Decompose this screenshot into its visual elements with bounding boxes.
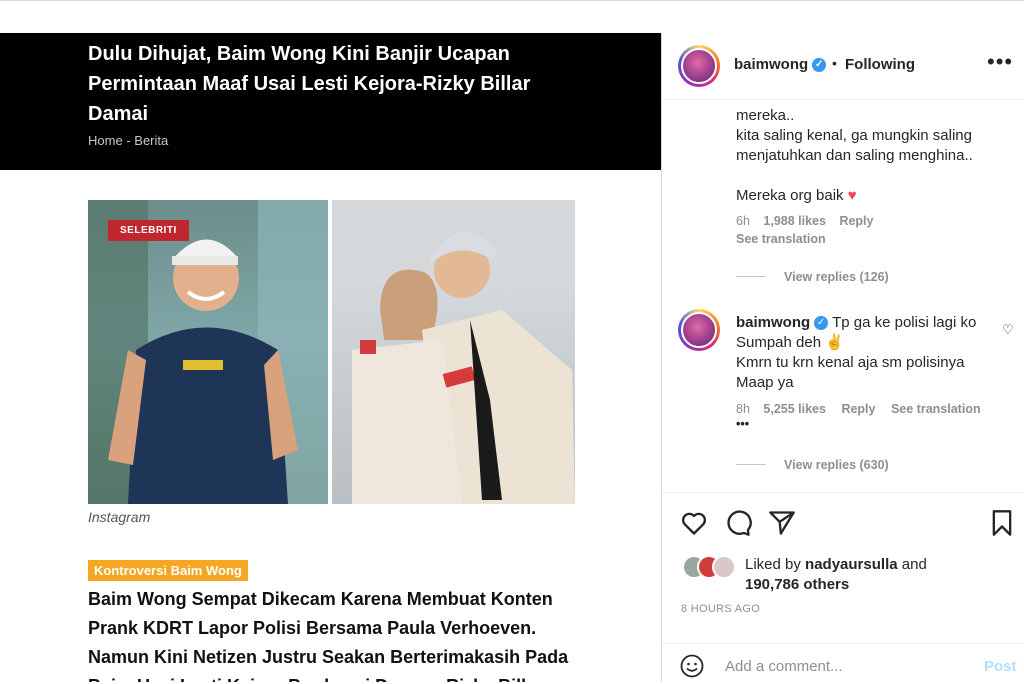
category-badge: SELEBRITI	[108, 220, 189, 241]
comment-line: Kmrn tu krn kenal aja sm polisinya	[736, 354, 965, 371]
like-heart-icon[interactable]	[680, 509, 708, 537]
browser-top-strip	[0, 0, 1024, 34]
save-bookmark-icon[interactable]	[988, 509, 1016, 537]
topic-tag: Kontroversi Baim Wong	[88, 560, 248, 581]
article-title: Dulu Dihujat, Baim Wong Kini Banjir Ucap…	[88, 43, 531, 125]
see-translation-button[interactable]: See translation	[736, 232, 826, 246]
view-replies-button[interactable]: View replies (126)	[784, 270, 889, 284]
person-illustration-left	[88, 200, 328, 504]
share-icon[interactable]	[768, 509, 796, 537]
comment-meta: 6h 1,988 likes Reply	[736, 214, 873, 228]
verified-icon: ✓	[814, 316, 829, 331]
article-lede: Baim Wong Sempat Dikecam Karena Membuat …	[88, 589, 569, 682]
breadcrumb-home: Home	[88, 133, 123, 148]
comment-line: Sumpah deh ✌	[736, 333, 844, 353]
post-comment-button[interactable]: Post	[984, 658, 1017, 675]
comment-line-text: Sumpah deh	[736, 334, 822, 351]
header-username[interactable]: baimwong ✓	[734, 56, 827, 73]
breadcrumb-berita: Berita	[134, 133, 169, 148]
liker-avatar	[712, 555, 736, 579]
article-hero: Dulu Dihujat, Baim Wong Kini Banjir Ucap…	[0, 33, 661, 170]
comment-more-icon[interactable]: •••	[736, 417, 749, 431]
see-translation-button[interactable]: See translation	[891, 402, 981, 416]
liked-by-prefix: Liked by	[745, 556, 801, 573]
photo-lesti-rizky	[332, 200, 575, 504]
comment-line: menjatuhkan dan saling menghina..	[736, 147, 973, 164]
reply-button[interactable]: Reply	[839, 214, 873, 228]
replies-divider	[736, 464, 766, 465]
comment-line-text: Mereka org baik	[736, 187, 844, 204]
breadcrumb-separator: -	[126, 133, 131, 148]
liked-by-user-link[interactable]: nadyaursulla	[805, 556, 898, 573]
header-separator: •	[832, 55, 837, 71]
comments-list: mereka.. kita saling kenal, ga mungkin s…	[662, 99, 1024, 492]
like-comment-heart-icon[interactable]: ♡	[1002, 322, 1014, 338]
reply-button[interactable]: Reply	[841, 402, 875, 416]
comment-likes[interactable]: 1,988 likes	[763, 214, 826, 228]
post-sidebar: baimwong ✓ • Following ••• mereka.. kita …	[661, 33, 1024, 682]
view-replies-button[interactable]: View replies (630)	[784, 458, 889, 472]
breadcrumb: Home - Berita	[88, 133, 168, 148]
comment-time: 6h	[736, 214, 750, 228]
emoji-icon[interactable]	[680, 654, 704, 678]
following-button[interactable]: Following	[845, 56, 915, 73]
add-comment-input[interactable]: Add a comment...	[725, 658, 843, 675]
liked-by-others-link[interactable]: 190,786 others	[745, 576, 849, 593]
liked-by-and: and	[901, 556, 927, 573]
post-timestamp[interactable]: 8 HOURS AGO	[681, 603, 760, 615]
photo-baim-wong: SELEBRITI	[88, 200, 328, 504]
victory-hand-icon: ✌	[825, 334, 844, 351]
comment-bar: Add a comment... Post	[662, 643, 1024, 684]
photo-caption: Instagram	[88, 509, 151, 525]
comment-line: mereka..	[736, 107, 795, 124]
comment-line-text: Tp ga ke polisi lagi ko	[832, 314, 977, 331]
comment-line: baimwong ✓ Tp ga ke polisi lagi ko	[736, 313, 976, 333]
username-text[interactable]: baimwong	[734, 56, 808, 73]
post-actions: Liked by nadyaursulla and 190,786 others…	[662, 492, 1024, 683]
comment-meta: 8h 5,255 likes Reply See translation	[736, 402, 981, 416]
liked-by-text: Liked by nadyaursulla and 190,786 others	[745, 555, 927, 595]
avatar[interactable]	[678, 45, 720, 87]
red-heart-icon: ♥	[847, 187, 857, 204]
verified-icon: ✓	[812, 58, 827, 73]
comment-time: 8h	[736, 402, 750, 416]
comment-line: Maap ya	[736, 374, 794, 391]
comment-likes[interactable]: 5,255 likes	[763, 402, 826, 416]
comment-line: kita saling kenal, ga mungkin saling	[736, 127, 972, 144]
couple-illustration-right	[332, 200, 575, 504]
comment-avatar[interactable]	[678, 309, 720, 351]
comment-line: Mereka org baik ♥	[736, 186, 857, 206]
post-header: baimwong ✓ • Following •••	[662, 33, 1024, 100]
more-options-icon[interactable]: •••	[987, 49, 1013, 75]
post-image: Dulu Dihujat, Baim Wong Kini Banjir Ucap…	[0, 33, 661, 682]
comment-username[interactable]: baimwong	[736, 314, 810, 331]
liked-by-avatars[interactable]	[682, 555, 738, 579]
comment-icon[interactable]	[724, 509, 752, 537]
replies-divider	[736, 276, 766, 277]
